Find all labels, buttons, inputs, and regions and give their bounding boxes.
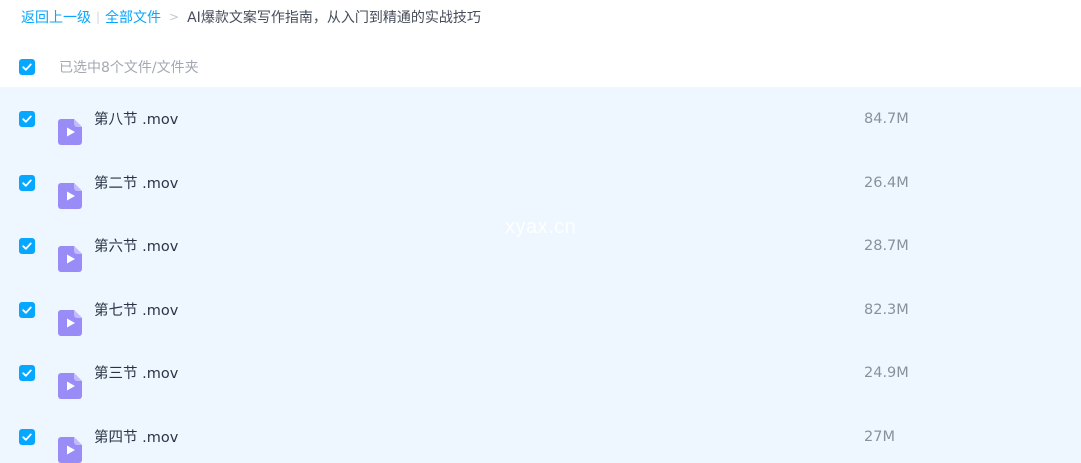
file-row[interactable]: 第八节 .mov 84.7M — [0, 87, 1081, 150]
file-checkbox[interactable] — [19, 110, 35, 127]
checkmark-icon — [22, 63, 32, 71]
file-row[interactable]: 第六节 .mov 28.7M — [0, 214, 1081, 277]
file-size: 27M — [864, 428, 895, 445]
select-all-checkbox[interactable] — [19, 59, 35, 75]
checkmark-icon — [22, 369, 32, 377]
file-size: 28.7M — [864, 237, 909, 254]
file-checkbox[interactable] — [19, 364, 35, 381]
back-link[interactable]: 返回上一级 — [21, 7, 91, 27]
file-name[interactable]: 第三节 .mov — [94, 362, 178, 383]
file-browser: 返回上一级 | 全部文件 > AI爆款文案写作指南，从入门到精通的实战技巧 已选… — [0, 0, 1081, 463]
selection-count-label: 已选中8个文件/文件夹 — [59, 60, 199, 76]
file-name[interactable]: 第六节 .mov — [94, 235, 178, 256]
checkmark-icon — [22, 306, 32, 314]
checkmark-icon — [22, 179, 32, 187]
file-name[interactable]: 第八节 .mov — [94, 108, 178, 129]
file-size: 82.3M — [864, 301, 909, 318]
file-list: 第八节 .mov 84.7M 第二节 .mov 26.4M 第六节 .mov 28.7M 第… — [0, 87, 1081, 463]
all-files-link[interactable]: 全部文件 — [105, 7, 161, 27]
checkmark-icon — [22, 242, 32, 250]
file-checkbox[interactable] — [19, 174, 35, 191]
file-name[interactable]: 第二节 .mov — [94, 172, 178, 193]
file-row[interactable]: 第三节 .mov 24.9M — [0, 341, 1081, 404]
breadcrumb-separator: | — [96, 10, 101, 24]
file-checkbox[interactable] — [19, 301, 35, 318]
chevron-right-icon: > — [169, 10, 180, 24]
file-checkbox[interactable] — [19, 237, 35, 254]
select-all-bar: 已选中8个文件/文件夹 — [0, 52, 1081, 82]
file-size: 26.4M — [864, 174, 909, 191]
checkmark-icon — [22, 433, 32, 441]
file-row[interactable]: 第二节 .mov 26.4M — [0, 151, 1081, 214]
file-row[interactable]: 第四节 .mov 27M — [0, 405, 1081, 463]
checkmark-icon — [22, 115, 32, 123]
current-folder-name: AI爆款文案写作指南，从入门到精通的实战技巧 — [187, 10, 481, 26]
file-size: 24.9M — [864, 364, 909, 381]
file-row[interactable]: 第七节 .mov 82.3M — [0, 278, 1081, 341]
file-name[interactable]: 第七节 .mov — [94, 299, 178, 320]
file-name[interactable]: 第四节 .mov — [94, 426, 178, 447]
file-checkbox[interactable] — [19, 428, 35, 445]
file-size: 84.7M — [864, 110, 909, 127]
breadcrumb: 返回上一级 | 全部文件 > AI爆款文案写作指南，从入门到精通的实战技巧 — [21, 6, 481, 28]
